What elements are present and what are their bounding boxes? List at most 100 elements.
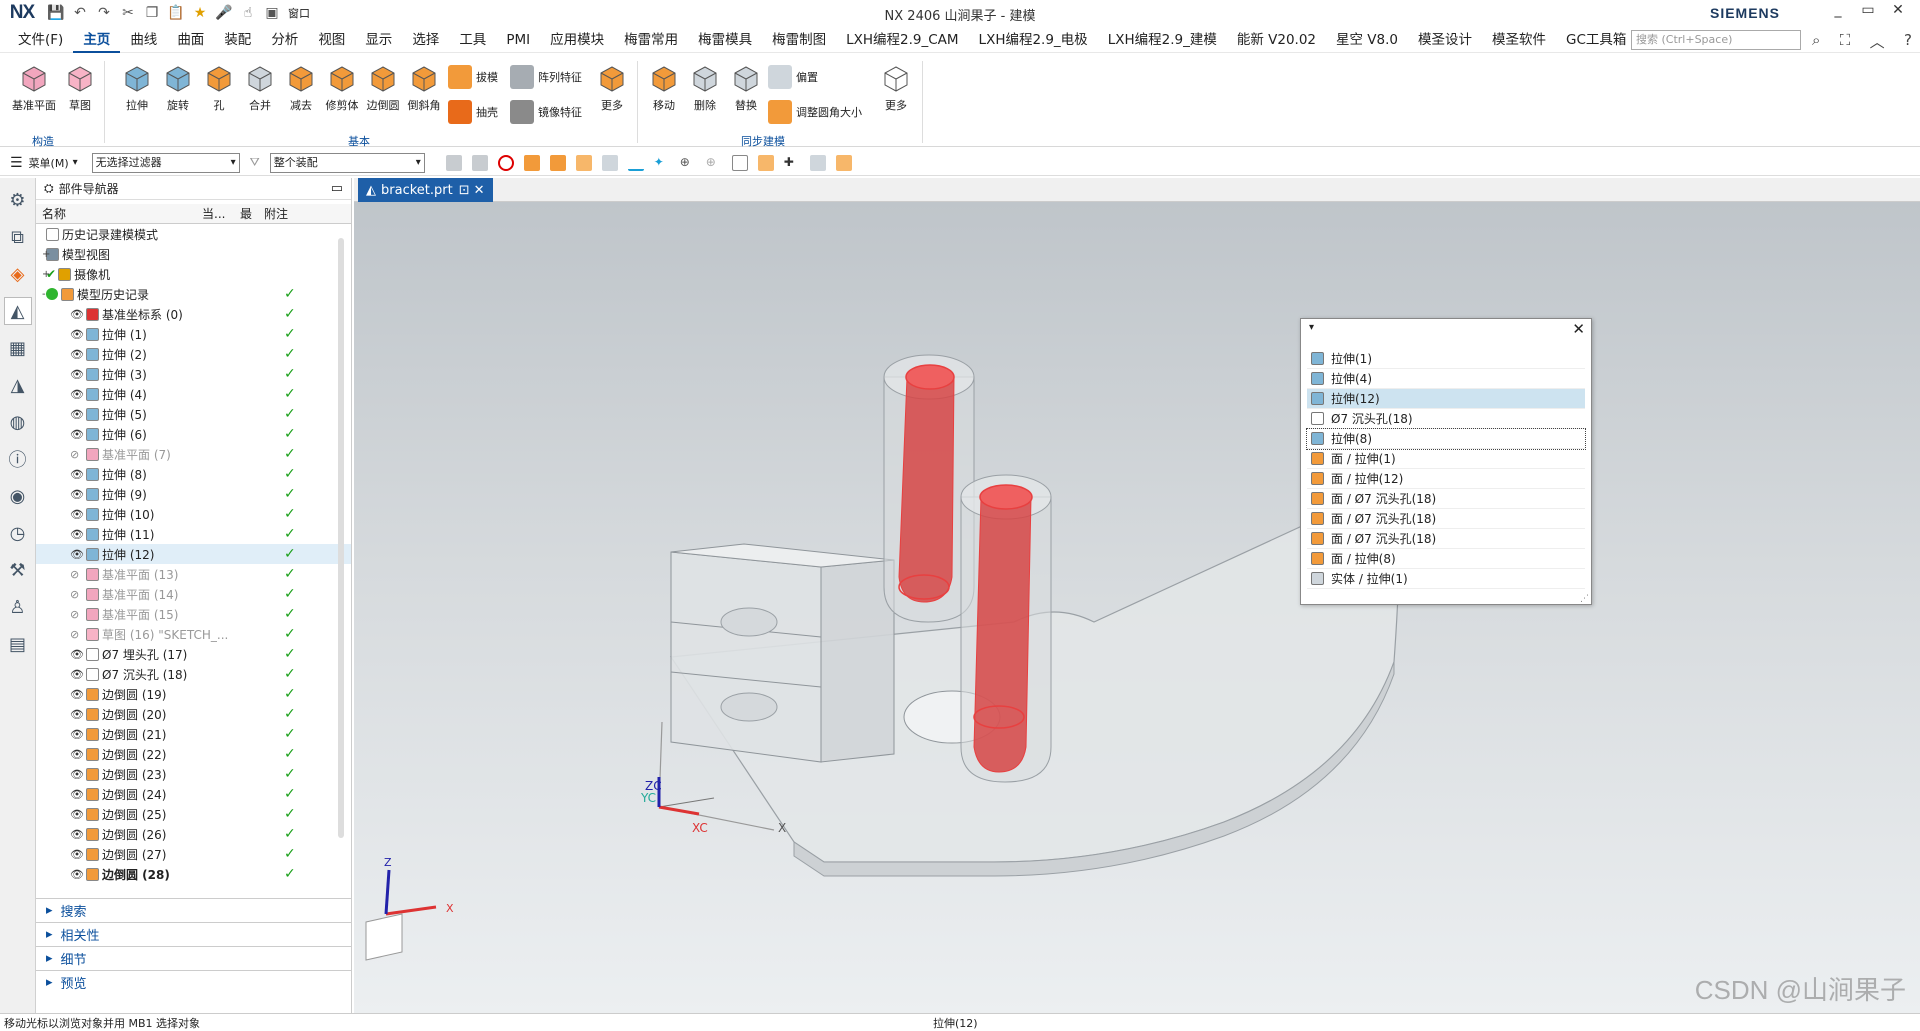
assembly-navigator-icon[interactable]: ⧉ (4, 223, 32, 251)
menu-14[interactable]: 梅雷制图 (762, 27, 836, 53)
nav-row[interactable]: 👁 拉伸 (2) ✓ (36, 344, 351, 364)
menu-1[interactable]: 主页 (73, 27, 121, 53)
help-icon[interactable]: ? (1904, 31, 1912, 52)
ribbon-btn-ribbon-sync-2[interactable]: 替换 (724, 61, 768, 113)
part-navigator-icon[interactable]: ◭ (3, 297, 32, 325)
ribbon-btn-ribbon-basic-0[interactable]: 拉伸 (115, 61, 159, 113)
quickpick-item[interactable]: 面 / 拉伸(1) (1307, 449, 1585, 469)
visible-eye-icon[interactable]: 👁 (70, 768, 86, 781)
resize-grip-icon[interactable]: ⋰ (1580, 594, 1589, 604)
menu-12[interactable]: 梅雷常用 (614, 27, 688, 53)
endpoint-icon[interactable] (731, 154, 748, 171)
maximize-navigator-icon[interactable]: ▭ (331, 181, 343, 196)
nav-row[interactable]: 👁 边倒圆 (26) ✓ (36, 824, 351, 844)
visible-eye-icon[interactable]: 👁 (70, 748, 86, 761)
section-details[interactable]: ▸ 细节 (36, 946, 352, 970)
nav-row[interactable]: + ✔ 摄像机 (36, 264, 351, 284)
nav-row[interactable]: ⊘ 基准平面 (13) ✓ (36, 564, 351, 584)
nav-row[interactable]: 历史记录建模模式 (36, 224, 351, 244)
nav-row[interactable]: ⊘ 草图 (16) "SKETCH_... ✓ (36, 624, 351, 644)
reuse-library-icon[interactable]: ▦ (4, 334, 32, 362)
ribbon-small-ribbon-basic_small-3[interactable]: 镜像特征 (510, 98, 582, 126)
visible-eye-icon[interactable]: 👁 (70, 388, 86, 401)
column-name[interactable]: 名称 (42, 205, 202, 222)
visible-eye-icon[interactable]: 👁 (70, 848, 86, 861)
info-icon[interactable]: ⓘ (4, 445, 32, 473)
ribbon-btn-ribbon-construct-1[interactable]: 草图 (58, 61, 102, 113)
visible-eye-icon[interactable]: 👁 (70, 808, 86, 821)
nav-row[interactable]: 👁 拉伸 (6) ✓ (36, 424, 351, 444)
menu-9[interactable]: 工具 (449, 27, 496, 53)
menu-19[interactable]: 星空 V8.0 (1326, 27, 1408, 53)
nav-row[interactable]: 👁 边倒圆 (27) ✓ (36, 844, 351, 864)
ribbon-btn-ribbon-basic-7[interactable]: 倒斜角 (402, 61, 446, 113)
menu-5[interactable]: 分析 (261, 27, 308, 53)
expand-toggle-icon[interactable]: + (42, 269, 50, 280)
nav-row[interactable]: ⊘ 基准平面 (15) ✓ (36, 604, 351, 624)
nav-row[interactable]: 👁 Ø7 埋头孔 (17) ✓ (36, 644, 351, 664)
nav-row[interactable]: 👁 拉伸 (9) ✓ (36, 484, 351, 504)
nav-row[interactable]: 👁 基准坐标系 (0) ✓ (36, 304, 351, 324)
menu-8[interactable]: 选择 (402, 27, 449, 53)
visible-eye-icon[interactable]: 👁 (70, 688, 86, 701)
column-note[interactable]: 附注 (264, 205, 304, 222)
visible-eye-icon[interactable]: 👁 (70, 528, 86, 541)
quickpick-close-button[interactable]: ✕ (1572, 320, 1585, 338)
visible-eye-icon[interactable]: 👁 (70, 408, 86, 421)
ribbon-btn-ribbon-basic-3[interactable]: 合并 (238, 61, 282, 113)
touch-icon[interactable]: ☝ (236, 3, 260, 23)
settings-icon[interactable]: ⚙ (4, 186, 32, 214)
visible-eye-icon[interactable]: 👁 (70, 468, 86, 481)
restore-button[interactable]: ▭ (1856, 2, 1880, 24)
visible-eye-icon[interactable]: 👁 (70, 708, 86, 721)
section-search[interactable]: ▸ 搜索 (36, 898, 352, 922)
collapse-ribbon-icon[interactable]: ︿ (1870, 31, 1885, 52)
role-icon[interactable]: ♙ (4, 593, 32, 621)
nav-row[interactable]: 👁 边倒圆 (21) ✓ (36, 724, 351, 744)
visible-eye-icon[interactable]: 👁 (70, 868, 86, 881)
tools-icon[interactable]: ⚒ (4, 556, 32, 584)
ribbon-small-ribbon-basic_small-2[interactable]: 抽壳 (448, 98, 498, 126)
visible-eye-icon[interactable]: 👁 (70, 668, 86, 681)
visible-eye-icon[interactable]: 👁 (70, 348, 86, 361)
ribbon-btn-ribbon-sync-1[interactable]: 删除 (683, 61, 727, 113)
quickpick-item[interactable]: 拉伸(8) (1306, 428, 1586, 450)
point-snap-icon[interactable] (757, 154, 774, 171)
hidden-eye-icon[interactable]: ⊘ (70, 448, 86, 461)
snap-icon[interactable]: ⊕ (680, 155, 696, 171)
ribbon-btn-ribbon-sync-0[interactable]: 移动 (642, 61, 686, 113)
nav-row[interactable]: 👁 拉伸 (8) ✓ (36, 464, 351, 484)
nav-row[interactable]: 👁 边倒圆 (23) ✓ (36, 764, 351, 784)
nav-row[interactable]: - 模型历史记录 ✓ (36, 284, 351, 304)
visible-eye-icon[interactable]: 👁 (70, 508, 86, 521)
quickpick-item[interactable]: 拉伸(1) (1307, 349, 1585, 369)
expand-toggle-icon[interactable]: + (42, 249, 50, 260)
body-filter-icon[interactable] (549, 154, 566, 171)
nav-row[interactable]: 👁 拉伸 (5) ✓ (36, 404, 351, 424)
visible-eye-icon[interactable]: 👁 (70, 328, 86, 341)
paste-icon[interactable]: 📋 (164, 3, 188, 23)
window-menu[interactable]: 窗口 (288, 5, 310, 21)
ribbon-small-ribbon-sync_small-1[interactable]: 调整圆角大小 (768, 98, 862, 126)
visible-eye-icon[interactable]: 👁 (70, 648, 86, 661)
hidden-eye-icon[interactable]: ⊘ (70, 628, 86, 641)
quickpick-item[interactable]: 实体 / 拉伸(1) (1307, 569, 1585, 589)
type-filter-select[interactable]: 无选择过滤器 (91, 152, 240, 173)
visible-eye-icon[interactable]: 👁 (70, 488, 86, 501)
nav-row[interactable]: ⊘ 基准平面 (7) ✓ (36, 444, 351, 464)
nav-row[interactable]: 👁 拉伸 (12) ✓ (36, 544, 351, 564)
menu-4[interactable]: 装配 (214, 27, 261, 53)
quickpick-item[interactable]: Ø7 沉头孔(18) (1307, 409, 1585, 429)
ribbon-btn-ribbon-basic-6[interactable]: 边倒圆 (361, 61, 405, 113)
ribbon-btn-ribbon-basic-5[interactable]: 修剪体 (320, 61, 364, 113)
visible-eye-icon[interactable]: 👁 (70, 428, 86, 441)
nav-row[interactable]: 👁 边倒圆 (28) ✓ (36, 864, 351, 884)
snap-dropdown-icon[interactable]: ✚ (784, 155, 800, 171)
tab-pin-icon[interactable]: ⊡ (459, 183, 470, 198)
assembly-filter-icon[interactable] (835, 154, 852, 171)
ribbon-small-ribbon-sync_small-0[interactable]: 偏置 (768, 63, 818, 91)
cut-icon[interactable]: ✂ (116, 3, 140, 23)
visible-eye-icon[interactable]: 👁 (70, 828, 86, 841)
filter-icon[interactable]: ⛛ (250, 155, 260, 170)
menu-7[interactable]: 显示 (355, 27, 402, 53)
